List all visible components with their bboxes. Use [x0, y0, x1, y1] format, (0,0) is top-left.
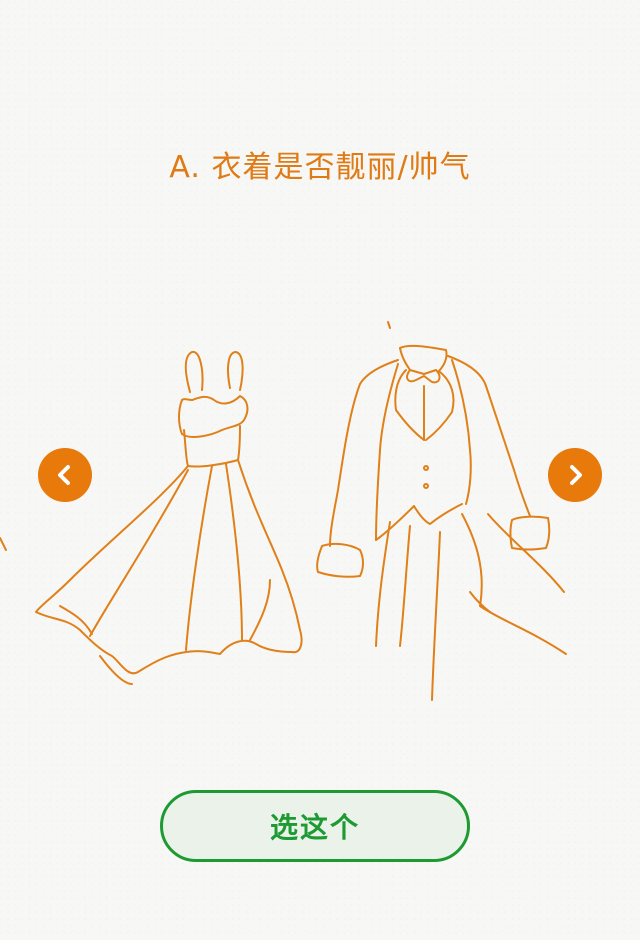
tuxedo-sketch — [316, 321, 567, 701]
question-title: A. 衣着是否靓丽/帅气 — [169, 150, 471, 185]
stray-stroke — [0, 537, 7, 551]
prev-button[interactable] — [38, 448, 92, 502]
clothing-illustration — [0, 321, 567, 701]
dress-sketch — [35, 350, 303, 685]
quiz-page: A. 衣着是否靓丽/帅气 选这个 — [0, 0, 640, 940]
choose-this-button[interactable]: 选这个 — [160, 790, 470, 862]
chevron-right-icon — [570, 465, 582, 485]
next-button[interactable] — [548, 448, 602, 502]
choose-button-label: 选这个 — [269, 811, 360, 844]
chevron-left-icon — [58, 465, 70, 485]
